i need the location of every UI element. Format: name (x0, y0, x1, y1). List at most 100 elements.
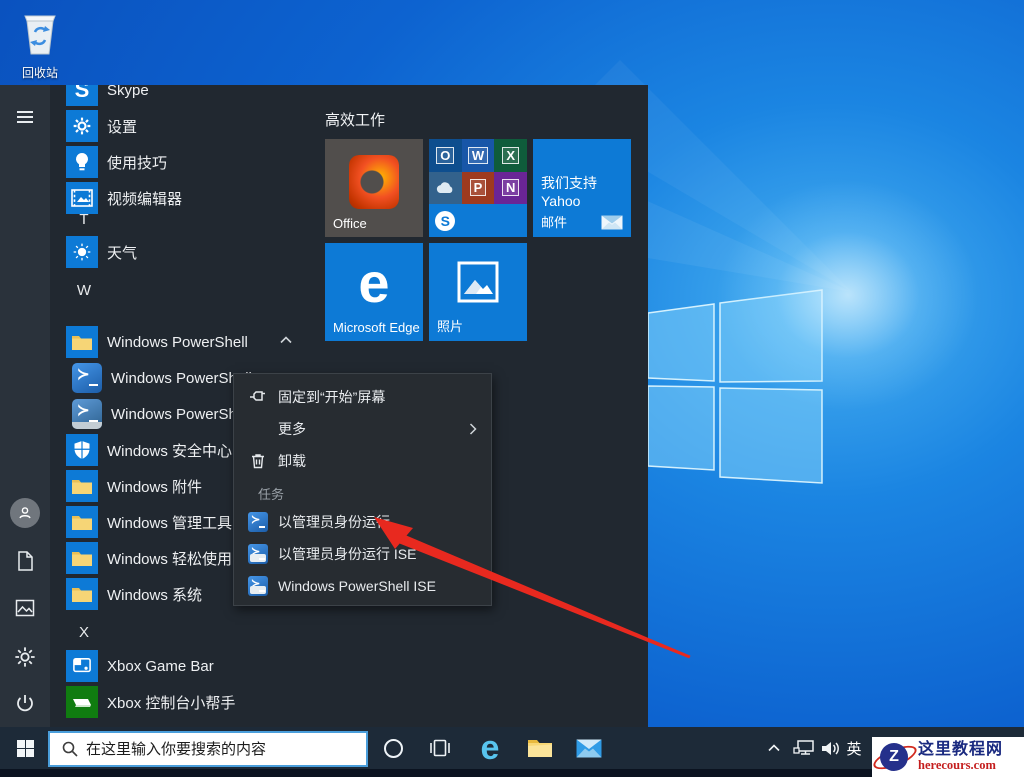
menu-item-pin-to-start[interactable]: 固定到“开始”屏幕 (234, 382, 491, 412)
app-tips[interactable]: 使用技巧 (50, 144, 310, 180)
tile-mail[interactable]: 我们支持 Yahoo 邮件 (533, 139, 631, 237)
menu-item-uninstall[interactable]: 卸载 (234, 446, 491, 476)
pin-icon (248, 387, 268, 407)
pictures-button[interactable] (0, 586, 50, 630)
windows-logo-icon (16, 739, 34, 757)
skype-icon: S (66, 85, 98, 106)
tile-photos[interactable]: 照片 (429, 243, 527, 341)
recycle-bin-label: 回收站 (21, 66, 58, 80)
edge-icon: e (480, 728, 500, 767)
tile-office[interactable]: Office (325, 139, 423, 237)
menu-item-windows-powershell-ise[interactable]: Windows PowerShell ISE (234, 571, 491, 601)
menu-item-more[interactable]: 更多 (234, 414, 491, 444)
cortana-icon (383, 738, 403, 758)
section-letter-W[interactable]: W (66, 272, 102, 308)
start-menu-rail (0, 85, 50, 727)
volume-tray-button[interactable] (817, 727, 845, 769)
site-watermark: Z 这里教程网 herecours.com (870, 737, 1024, 777)
app-settings[interactable]: 设置 (50, 108, 310, 144)
tile-group-title[interactable]: 高效工作 (325, 109, 385, 130)
user-avatar-icon (10, 498, 40, 528)
power-button[interactable] (0, 681, 50, 725)
chevron-up-icon (768, 744, 780, 752)
taskbar: e 英 (0, 727, 1024, 777)
xbox-console-icon (66, 686, 98, 718)
menu-section-tasks: 任务 (258, 487, 285, 502)
recycle-bin-icon (24, 15, 56, 55)
tray-expand-button[interactable] (760, 727, 788, 769)
folder-icon (66, 326, 98, 358)
search-icon (62, 741, 78, 757)
outlook-icon: O (429, 139, 462, 172)
network-tray-button[interactable] (790, 727, 818, 769)
app-weather[interactable]: 天气 (50, 234, 310, 270)
mail-icon (576, 739, 602, 757)
watermark-logo-icon: Z (870, 739, 920, 775)
wallpaper-glow (718, 180, 978, 410)
documents-button[interactable] (0, 539, 50, 583)
app-xbox-game-bar[interactable]: Xbox Game Bar (50, 648, 310, 684)
watermark-domain: herecours.com (918, 757, 996, 772)
network-icon (793, 740, 814, 755)
office-apps-grid: O W X P N S (429, 139, 527, 237)
expand-menu-button[interactable] (0, 95, 50, 139)
recycle-bin-shortcut[interactable]: 回收站 (10, 8, 70, 81)
tile-microsoft-edge[interactable]: e Microsoft Edge (325, 243, 423, 341)
sun-icon (66, 236, 98, 268)
menu-item-run-as-administrator[interactable]: 以管理员身份运行 (234, 507, 491, 537)
folder-icon (66, 578, 98, 610)
mail-button[interactable] (569, 727, 609, 769)
powershell-ise-icon (248, 576, 268, 596)
pictures-icon (15, 599, 35, 617)
tile-office-apps[interactable]: O W X P N S (429, 139, 527, 237)
watermark-title: 这里教程网 (918, 741, 1004, 759)
word-icon: W (461, 139, 495, 172)
chevron-up-icon (280, 336, 292, 344)
file-explorer-icon (528, 739, 552, 757)
hamburger-icon (17, 111, 33, 123)
edge-logo-icon: e (358, 251, 390, 314)
section-letter-T[interactable]: T (66, 201, 102, 237)
powershell-context-menu: 固定到“开始”屏幕 更多 卸载 任务 以管理员身份运行 以管理员身份运行 ISE… (233, 373, 492, 606)
file-explorer-button[interactable] (520, 727, 560, 769)
onenote-icon: N (494, 171, 527, 205)
folder-icon (66, 506, 98, 538)
powershell-x86-icon (72, 399, 102, 429)
user-account-button[interactable] (0, 491, 50, 535)
skype-mini-icon: S (429, 204, 462, 237)
section-letter-X[interactable]: X (66, 614, 102, 650)
taskbar-search[interactable] (48, 731, 368, 767)
screen: 回收站 S Skype 设置 使用技巧 视频编辑器 T 天气 W Windows… (0, 0, 1024, 777)
excel-icon: X (494, 139, 527, 172)
photos-icon (457, 261, 499, 303)
group-windows-powershell[interactable]: Windows PowerShell (50, 324, 310, 360)
powershell-icon (72, 363, 102, 393)
office-logo-icon (349, 155, 399, 209)
start-button[interactable] (8, 727, 42, 769)
powershell-icon (248, 512, 268, 532)
chevron-right-icon (469, 423, 477, 435)
mail-promo-text: 我们支持 Yahoo (541, 175, 597, 209)
mail-envelope-icon (601, 215, 623, 230)
app-skype[interactable]: S Skype (50, 85, 310, 108)
taskbar-edge-button[interactable]: e (470, 727, 510, 769)
menu-item-run-as-administrator-ise[interactable]: 以管理员身份运行 ISE (234, 539, 491, 569)
xbox-gamebar-icon (66, 650, 98, 682)
document-icon (18, 551, 33, 571)
lightbulb-icon (66, 146, 98, 178)
cortana-button[interactable] (374, 727, 412, 769)
speaker-icon (822, 741, 839, 755)
language-indicator[interactable]: 英 (842, 727, 866, 769)
gear-icon (66, 110, 98, 142)
power-icon (17, 695, 33, 712)
onedrive-icon (429, 171, 462, 205)
app-xbox-console-companion[interactable]: Xbox 控制台小帮手 (50, 684, 310, 720)
folder-icon (66, 542, 98, 574)
shield-icon (66, 434, 98, 466)
powerpoint-icon: P (461, 171, 495, 205)
settings-button[interactable] (0, 635, 50, 679)
search-input[interactable] (86, 740, 336, 758)
task-view-button[interactable] (420, 727, 460, 769)
powershell-ise-icon (248, 544, 268, 564)
task-view-icon (430, 739, 450, 757)
